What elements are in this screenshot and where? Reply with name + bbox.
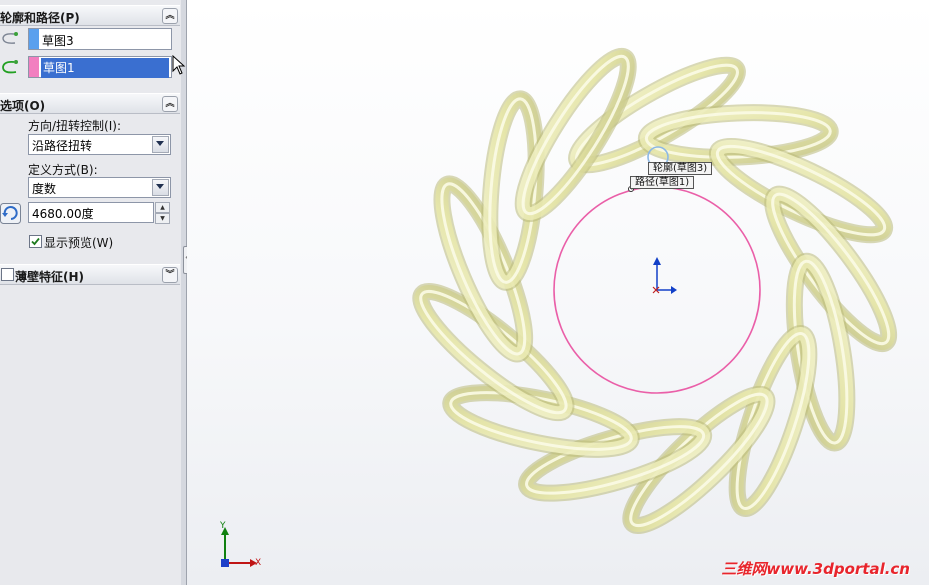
spin-up-icon[interactable]: ▲ bbox=[155, 202, 170, 213]
section-title: 薄壁特征(H) bbox=[15, 270, 85, 284]
check-icon bbox=[31, 237, 40, 246]
profile-color-swatch bbox=[29, 29, 39, 49]
expand-chevron-icon[interactable]: ︾ bbox=[162, 267, 178, 283]
section-header-options[interactable]: 选项(O) ︽ bbox=[0, 93, 180, 114]
section-header-profile-path[interactable]: 轮廓和路径(P) ︽ bbox=[0, 5, 180, 26]
profile-callout[interactable]: 轮廓(草图3) bbox=[648, 162, 713, 175]
twist-angle-spinner[interactable]: ▲ ▼ bbox=[155, 202, 170, 224]
collapse-chevron-icon[interactable]: ︽ bbox=[162, 8, 178, 24]
coil-loop bbox=[442, 384, 640, 458]
swept-spring-coils bbox=[412, 47, 898, 535]
property-manager: 轮廓和路径(P) ︽ 草图3 草图1 选项(O) ︽ 方向/扭转控制(I): 沿… bbox=[0, 0, 182, 585]
sketch-origin-icon bbox=[652, 257, 677, 294]
path-value: 草图1 bbox=[41, 58, 169, 78]
path-icon bbox=[2, 60, 18, 74]
section-title: 选项(O) bbox=[0, 99, 46, 113]
chevron-down-icon[interactable] bbox=[152, 179, 169, 196]
reverse-direction-icon[interactable] bbox=[0, 203, 21, 224]
section-title: 轮廓和路径(P) bbox=[0, 11, 80, 25]
collapse-chevron-icon[interactable]: ︽ bbox=[162, 96, 178, 112]
orientation-value: 沿路径扭转 bbox=[32, 139, 93, 153]
spin-down-icon[interactable]: ▼ bbox=[155, 213, 170, 224]
model-canvas[interactable] bbox=[187, 0, 929, 585]
define-by-label: 定义方式(B): bbox=[28, 163, 98, 177]
coil-loop bbox=[412, 283, 575, 422]
graphics-viewport[interactable]: 轮廓(草图3) 路径(草图1) Y X 三维网www.3dportal.cn bbox=[187, 0, 929, 585]
thin-feature-checkbox[interactable] bbox=[1, 268, 14, 281]
reference-triad-icon bbox=[221, 527, 257, 567]
define-by-value: 度数 bbox=[32, 182, 57, 196]
watermark: 三维网www.3dportal.cn bbox=[721, 560, 910, 578]
chevron-down-icon[interactable] bbox=[152, 136, 169, 153]
show-preview-checkbox[interactable] bbox=[29, 235, 42, 248]
mouse-cursor-icon bbox=[172, 55, 186, 75]
twist-angle-input[interactable]: 4680.00度 bbox=[28, 202, 154, 223]
triad-y-label: Y bbox=[220, 521, 226, 531]
define-by-dropdown[interactable]: 度数 bbox=[28, 177, 171, 198]
path-callout[interactable]: 路径(草图1) bbox=[630, 176, 695, 189]
path-color-swatch bbox=[29, 57, 39, 77]
profile-selection-box[interactable]: 草图3 bbox=[28, 28, 172, 50]
profile-icon bbox=[2, 32, 18, 44]
profile-value: 草图3 bbox=[42, 34, 74, 48]
section-header-thin-feature[interactable]: 薄壁特征(H) ︾ bbox=[0, 264, 180, 285]
triad-x-label: X bbox=[255, 558, 262, 568]
orientation-dropdown[interactable]: 沿路径扭转 bbox=[28, 134, 171, 155]
orientation-label: 方向/扭转控制(I): bbox=[28, 119, 121, 133]
twist-angle-value: 4680.00度 bbox=[32, 207, 94, 221]
path-selection-box[interactable]: 草图1 bbox=[28, 56, 172, 78]
show-preview-label: 显示预览(W) bbox=[44, 236, 114, 250]
